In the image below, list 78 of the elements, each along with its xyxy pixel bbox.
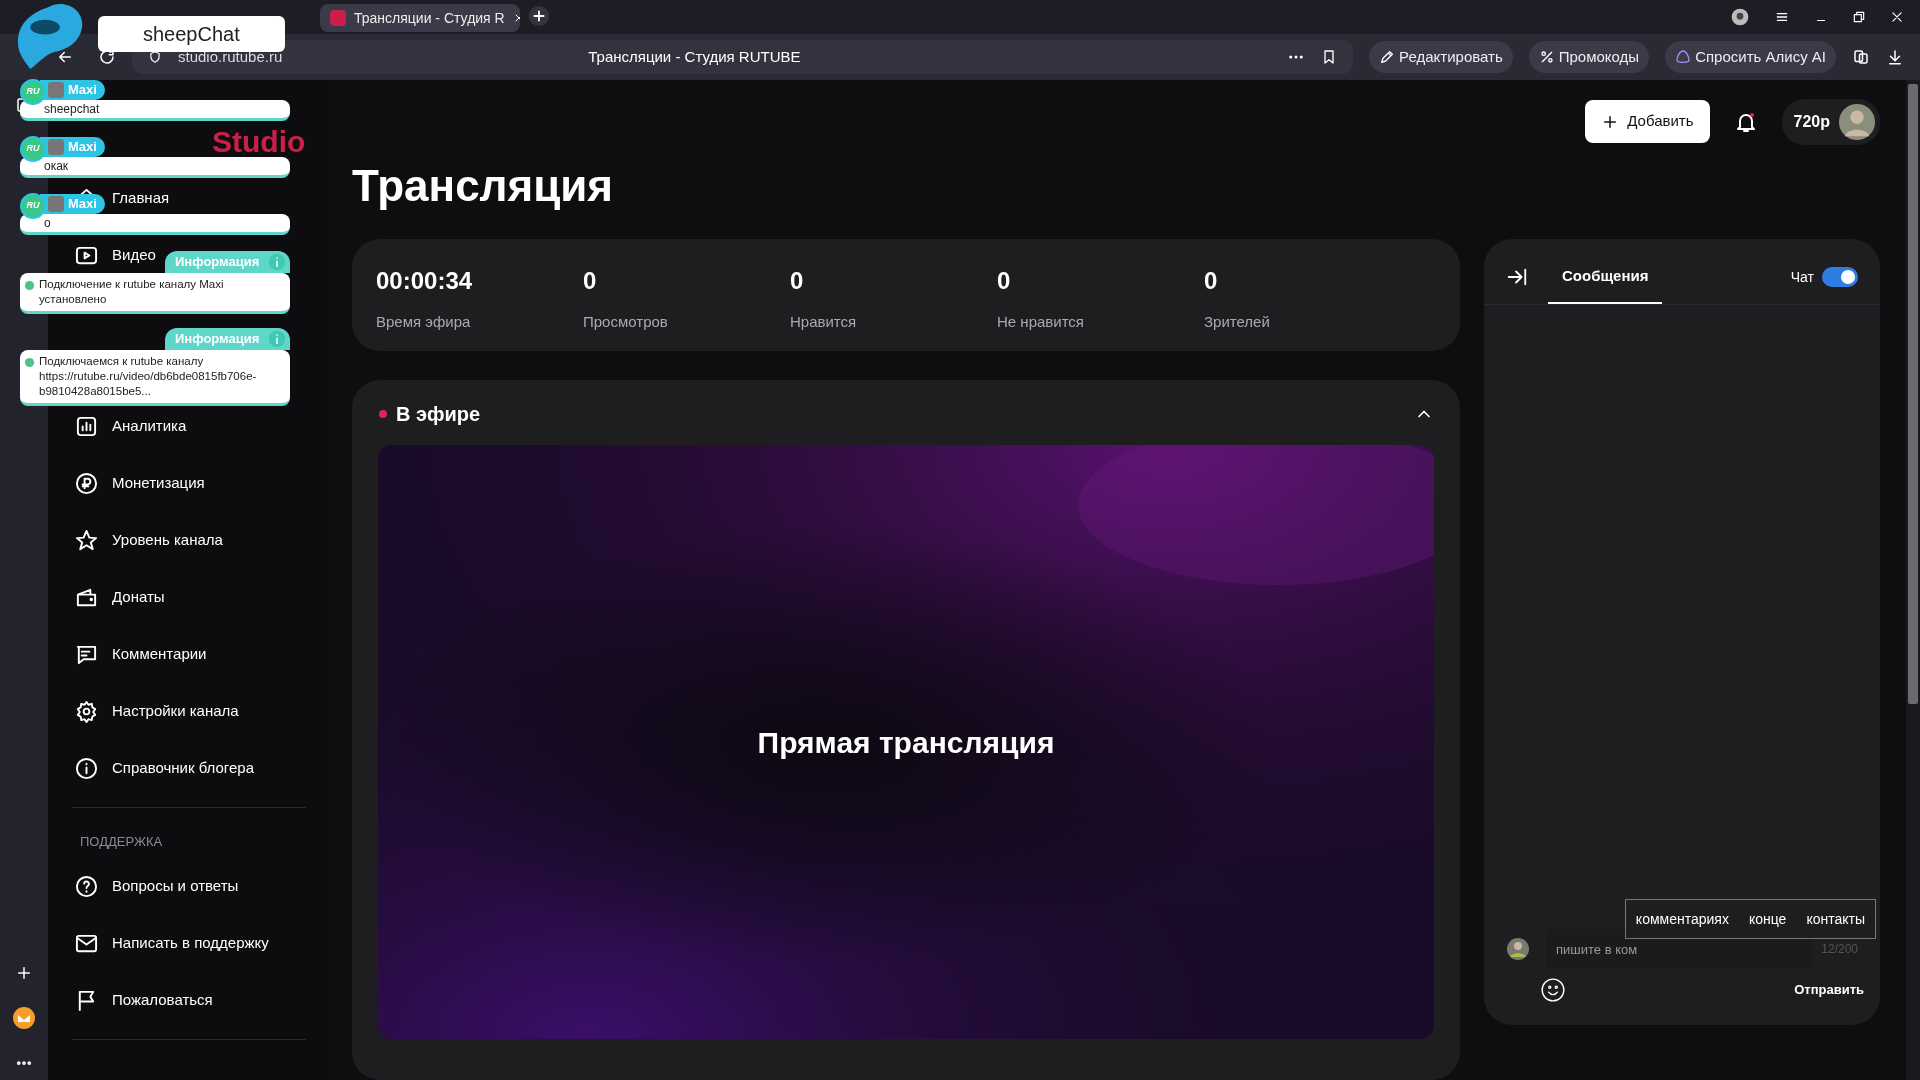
send-link[interactable]: Отправить — [1794, 980, 1864, 1000]
sidebar-item[interactable]: Настройки канала — [72, 683, 239, 740]
info-toast: Подключение к rutube каналу Maxi установлено — [20, 273, 290, 314]
download-icon[interactable] — [1886, 48, 1904, 66]
message-toast: sheepchat — [20, 100, 290, 121]
sidebar-item[interactable]: Комментарии — [72, 626, 207, 683]
triangle-icon — [1675, 49, 1692, 65]
platform-icon — [24, 356, 35, 368]
extensions-icon[interactable] — [1852, 48, 1870, 66]
suggestion-item[interactable]: контакты — [1806, 908, 1865, 930]
plus-icon[interactable] — [528, 5, 550, 27]
pen-icon — [1379, 49, 1396, 65]
author-avatar — [48, 196, 64, 212]
info-icon — [268, 253, 286, 271]
sidebar-item[interactable]: Вопросы и ответы — [72, 857, 239, 915]
toggle-label: Чат — [1790, 267, 1814, 287]
restore-icon[interactable] — [1852, 10, 1866, 24]
stat-label: Просмотров — [583, 312, 668, 332]
stat-value: 0 — [1204, 266, 1218, 296]
sidebar-item[interactable]: Написать в поддержку — [72, 914, 269, 972]
platform-icon — [24, 280, 35, 291]
sidebar-item[interactable]: Монетизация — [72, 455, 205, 512]
avatar-icon — [1838, 102, 1876, 141]
sidebar-item[interactable]: Донаты — [72, 569, 165, 626]
stat-label: Нравится — [790, 312, 857, 332]
stat-value: 00:00:34 — [376, 266, 473, 296]
ruble-icon — [75, 472, 98, 495]
stat-value: 0 — [583, 266, 597, 296]
chat-toggle[interactable] — [1822, 267, 1858, 288]
tab-favicon — [330, 10, 346, 26]
stat-label: Зрителей — [1204, 312, 1270, 332]
toolbar-button[interactable]: Редактировать — [1369, 41, 1513, 73]
browser-tab[interactable]: Трансляции - Студия R — [320, 4, 520, 32]
author-avatar — [48, 139, 64, 155]
stat-label: Время эфира — [376, 312, 471, 332]
suggestion-item[interactable]: комментариях — [1635, 908, 1729, 930]
toolbar-button[interactable]: Спросить Алису AI — [1665, 41, 1836, 73]
sidebar-item[interactable]: Пожаловаться — [72, 971, 213, 1029]
stat-value: 0 — [997, 266, 1011, 296]
toolbar-button[interactable]: Промокоды — [1528, 41, 1650, 73]
section-title: В эфире — [396, 402, 481, 427]
quality-selector[interactable]: 720p — [1781, 98, 1880, 145]
wallet-icon — [75, 586, 98, 609]
info-toast: Подключаемся к rutube каналу https://rutube.ru/video/db6bde0815fb706e-b9810428a8015be5... — [20, 349, 290, 406]
scrollbar[interactable] — [1906, 80, 1920, 1080]
page-title: Трансляции - Студия RUTUBE — [588, 46, 801, 67]
help-icon — [75, 874, 98, 898]
shield-icon — [148, 49, 162, 65]
live-dot-icon — [378, 409, 388, 419]
info-tag: Информация — [165, 251, 290, 273]
star-icon — [75, 529, 98, 552]
section-heading: ПОДДЕРЖКА — [80, 834, 163, 849]
profile-icon[interactable] — [1730, 7, 1750, 27]
info-icon — [268, 329, 286, 348]
page-heading: Трансляция — [352, 163, 613, 212]
author-avatar — [48, 82, 64, 98]
sidebar-item[interactable]: Справочник блогера — [72, 740, 254, 797]
avatar-icon — [1506, 937, 1530, 961]
stat-value: 0 — [790, 266, 804, 296]
mail-app-icon[interactable] — [12, 1006, 36, 1030]
bar-chart-icon — [75, 415, 98, 438]
comment-icon — [75, 643, 98, 666]
play-icon — [75, 244, 98, 267]
app-name-bubble: sheepChat — [98, 16, 285, 52]
message-toast: о — [20, 214, 290, 235]
suggestion-item[interactable]: конце — [1748, 908, 1787, 930]
player-caption: Прямая трансляция — [757, 724, 1055, 761]
percent-icon — [1538, 49, 1555, 65]
chat-tab[interactable]: Сообщения — [1548, 251, 1663, 304]
message-toast: окак — [20, 157, 290, 178]
settings-icon — [75, 700, 98, 723]
stat-label: Не нравится — [997, 312, 1084, 332]
info-icon — [75, 757, 98, 780]
sidebar-item[interactable]: Уровень канала — [72, 512, 223, 569]
plus-icon[interactable] — [15, 964, 33, 982]
logo-suffix: Studio — [212, 127, 306, 157]
emoji-icon[interactable] — [1540, 977, 1566, 1003]
add-button[interactable]: Добавить — [1585, 100, 1710, 143]
